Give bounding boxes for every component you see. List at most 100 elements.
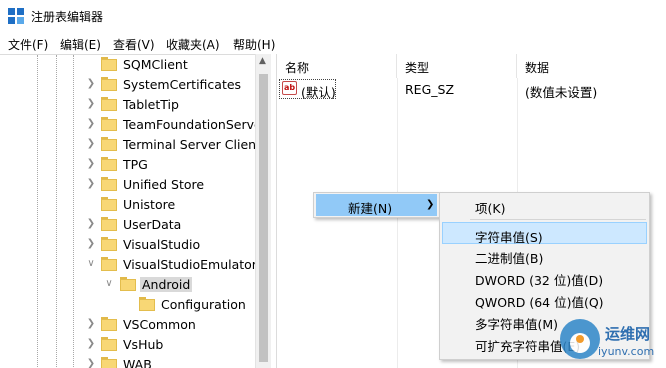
watermark-text: 运维网 [605, 325, 651, 343]
tree-item[interactable]: ❯ WAB [0, 355, 260, 368]
chevron-right-icon: ❯ [426, 199, 435, 210]
tree-item-label: VisualStudio [123, 237, 201, 252]
tree-item-label: SystemCertificates [123, 77, 242, 92]
menu-edit[interactable]: 编辑(E) [60, 36, 101, 53]
tree-item-label: WAB [123, 357, 152, 368]
value-data: (数值未设置) [525, 85, 598, 100]
menu-file[interactable]: 文件(F) [8, 36, 48, 53]
scroll-up-arrow-icon[interactable]: ▲ [259, 56, 266, 66]
value-type: REG_SZ [405, 82, 455, 97]
tree-item-label: VsHub [123, 337, 164, 352]
tree-item-label: TabletTip [123, 97, 179, 112]
watermark-url: iyunv.com [598, 345, 655, 358]
tree-item-label: TeamFoundationServe [123, 117, 262, 132]
tree-item[interactable]: SQMClient [0, 55, 260, 75]
chevron-right-icon[interactable]: ❯ [85, 78, 97, 90]
folder-icon [101, 357, 117, 368]
chevron-right-icon[interactable]: ❯ [85, 158, 97, 170]
tree-scrollbar[interactable]: ▲ [255, 54, 271, 368]
chevron-right-icon[interactable]: ❯ [85, 218, 97, 230]
chevron-right-icon[interactable]: ❯ [85, 358, 97, 368]
registry-editor-icon [8, 8, 24, 24]
context-menu: 新建(N) ❯ [313, 192, 440, 218]
folder-icon [101, 117, 117, 131]
menu-favorites[interactable]: 收藏夹(A) [166, 36, 220, 53]
menu-item-dword-value[interactable]: DWORD (32 位)值(D) [442, 266, 647, 288]
tree-item-label: SQMClient [123, 57, 188, 72]
tree-item-label: UserData [123, 217, 182, 232]
tree-item-label: VSCommon [123, 317, 196, 332]
chevron-right-icon[interactable]: ❯ [85, 318, 97, 330]
menu-item-binary-value[interactable]: 二进制值(B) [442, 244, 647, 266]
tree-item[interactable]: Unistore [0, 195, 260, 215]
menu-item-label: QWORD (64 位)值(Q) [475, 295, 604, 310]
value-name: (默认) [301, 85, 336, 100]
tree-item[interactable]: ❯ VsHub [0, 335, 260, 355]
chevron-right-icon[interactable]: ❯ [85, 338, 97, 350]
tree-item[interactable]: ❯ Terminal Server Client [0, 135, 261, 155]
menu-item-label: 二进制值(B) [475, 251, 544, 266]
menu-item-label: 新建(N) [348, 201, 393, 216]
folder-icon [139, 297, 155, 311]
tree-item[interactable]: ❯ VisualStudio [0, 235, 260, 255]
menu-item-string-value[interactable]: 字符串值(S) [442, 222, 647, 245]
folder-icon [101, 57, 117, 71]
scrollbar-thumb[interactable] [259, 74, 268, 362]
column-header-label: 类型 [405, 61, 430, 75]
table-row[interactable]: ab (默认) REG_SZ (数值未设置) [277, 79, 666, 100]
menu-item-qword-value[interactable]: QWORD (64 位)值(Q) [442, 288, 647, 310]
title-bar: 注册表编辑器 [0, 0, 666, 32]
tree-item-label: TPG [123, 157, 148, 172]
tree-item[interactable]: ❯ UserData [0, 215, 260, 235]
chevron-right-icon[interactable]: ❯ [85, 138, 97, 150]
chevron-right-icon[interactable]: ❯ [85, 118, 97, 130]
tree-item[interactable]: ❯ TPG [0, 155, 260, 175]
tree-item[interactable]: Configuration [0, 295, 260, 315]
tree-item[interactable]: ∨ VisualStudioEmulator [0, 255, 260, 275]
chevron-down-icon[interactable]: ∨ [85, 258, 97, 270]
window-title: 注册表编辑器 [31, 10, 104, 24]
registry-tree[interactable]: SQMClient ❯ SystemCertificates ❯ TabletT… [0, 54, 271, 368]
menu-item-key[interactable]: 项(K) [442, 194, 647, 216]
tree-item-label: Terminal Server Client [123, 137, 261, 152]
column-header-label: 数据 [525, 61, 550, 75]
chevron-right-icon[interactable]: ❯ [85, 98, 97, 110]
column-divider [397, 78, 398, 368]
menu-item-label: 多字符串值(M) [475, 317, 559, 332]
menu-help[interactable]: 帮助(H) [233, 36, 275, 53]
chevron-right-icon[interactable]: ❯ [85, 178, 97, 190]
menu-item-new[interactable]: 新建(N) ❯ [316, 194, 437, 216]
menu-item-label: 项(K) [475, 201, 506, 216]
folder-icon [101, 97, 117, 111]
tree-item-selected[interactable]: ∨ Android [0, 275, 260, 295]
folder-icon [101, 77, 117, 91]
menu-item-label: DWORD (32 位)值(D) [475, 273, 604, 288]
tree-item[interactable]: ❯ VSCommon [0, 315, 260, 335]
tree-item[interactable]: ❯ TabletTip [0, 95, 260, 115]
column-header-data[interactable]: 数据 [517, 54, 666, 78]
menu-separator [470, 219, 646, 220]
column-header-label: 名称 [285, 61, 310, 75]
tree-item-label: Android [140, 277, 193, 292]
folder-icon [101, 197, 117, 211]
tree-item[interactable]: ❯ SystemCertificates [0, 75, 260, 95]
tree-item[interactable]: ❯ Unified Store [0, 175, 260, 195]
tree-item-label: Unistore [123, 197, 176, 212]
folder-icon [101, 237, 117, 251]
folder-icon [101, 257, 117, 271]
tree-item[interactable]: ❯ TeamFoundationServe [0, 115, 262, 135]
folder-icon [101, 337, 117, 351]
tree-item-label: VisualStudioEmulator [123, 257, 257, 272]
menu-bar: 文件(F) 编辑(E) 查看(V) 收藏夹(A) 帮助(H) [0, 32, 666, 54]
column-header-type[interactable]: 类型 [397, 54, 517, 78]
watermark-dot-icon [576, 335, 584, 343]
chevron-down-icon[interactable]: ∨ [103, 278, 115, 290]
chevron-right-icon[interactable]: ❯ [85, 238, 97, 250]
watermark-logo: 运维网 iyunv.com [560, 315, 666, 368]
folder-icon [101, 177, 117, 191]
menu-view[interactable]: 查看(V) [113, 36, 155, 53]
tree-item-label: Unified Store [123, 177, 205, 192]
column-header-name[interactable]: 名称 [277, 54, 397, 78]
open-folder-icon [120, 277, 136, 291]
folder-icon [101, 217, 117, 231]
